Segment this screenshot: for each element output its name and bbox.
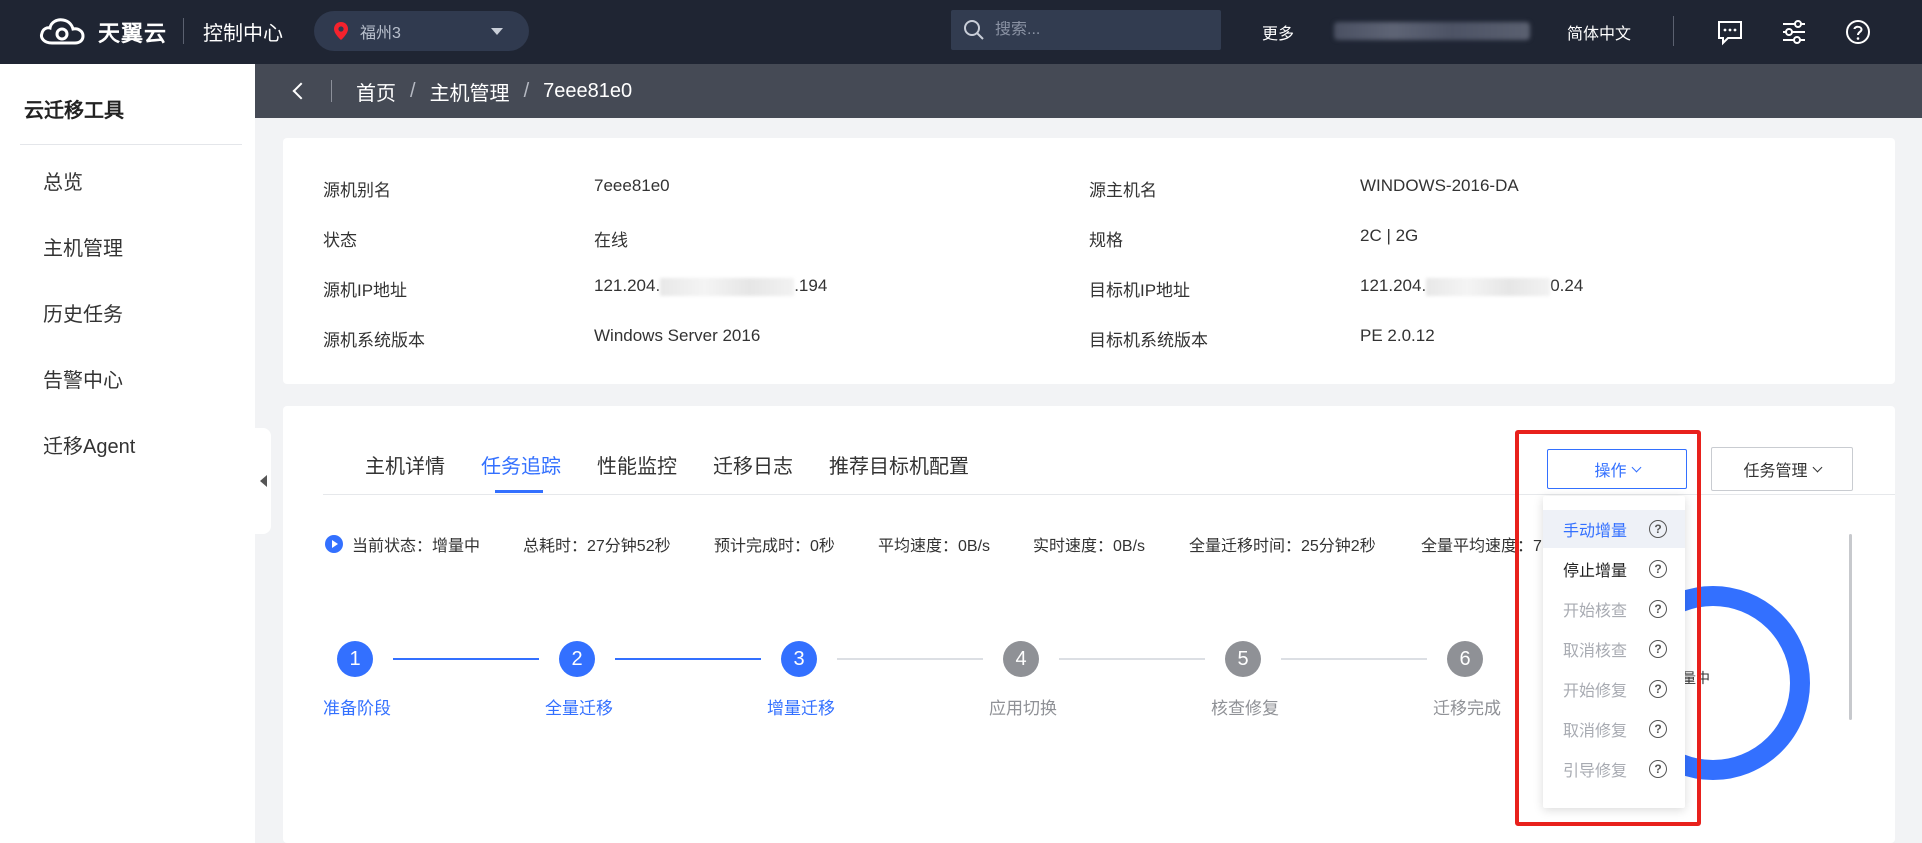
- chevron-down-icon: [1812, 462, 1822, 472]
- logo[interactable]: 天翼云: [38, 12, 167, 52]
- sidebar-divider: [20, 144, 242, 145]
- play-status-icon: [325, 535, 343, 553]
- tab-performance-monitor[interactable]: 性能监控: [597, 450, 677, 479]
- step-6-label: 迁移完成: [1433, 699, 1501, 718]
- sidebar-item-history-tasks[interactable]: 历史任务: [43, 298, 123, 327]
- info-value: WINDOWS-2016-DA: [1360, 176, 1519, 195]
- step-connector: [393, 658, 539, 660]
- sidebar-item-alarm-center[interactable]: 告警中心: [43, 364, 123, 393]
- redacted-block: [660, 277, 795, 296]
- step-1-label: 准备阶段: [323, 699, 391, 718]
- location-pin-icon: [334, 22, 348, 40]
- language-switch[interactable]: 简体中文: [1567, 20, 1631, 44]
- source-ip-value: 121.204. .194: [594, 276, 828, 296]
- info-value: 7eee81e0: [594, 176, 670, 195]
- breadcrumb-divider: [331, 80, 332, 102]
- step-connector: [1059, 658, 1205, 660]
- breadcrumb-host-management[interactable]: 主机管理: [430, 77, 510, 106]
- region-label: 福州3: [360, 25, 401, 42]
- sidebar-item-migration-agent[interactable]: 迁移Agent: [43, 430, 135, 459]
- info-label: 状态: [323, 231, 357, 250]
- top-bar: 天翼云 控制中心 福州3 更多 简体中文: [0, 0, 1922, 64]
- info-label: 源主机名: [1089, 181, 1157, 200]
- search-icon: [964, 20, 984, 40]
- step-2-circle: 2: [559, 641, 595, 677]
- info-label: 源机系统版本: [323, 331, 425, 350]
- info-label: 规格: [1089, 231, 1123, 250]
- info-value: 在线: [594, 231, 628, 250]
- header-divider: [183, 18, 184, 44]
- breadcrumb: 首页 / 主机管理 / 7eee81e0: [255, 64, 1922, 118]
- info-label: 目标机系统版本: [1089, 331, 1208, 350]
- tab-recommended-config[interactable]: 推荐目标机配置: [829, 450, 969, 479]
- step-4-label: 应用切换: [989, 699, 1057, 718]
- tab-migration-log[interactable]: 迁移日志: [713, 450, 793, 479]
- logo-text: 天翼云: [98, 21, 168, 46]
- current-status-text: 当前状态：增量中: [352, 538, 481, 555]
- host-info-card: 源机别名 7eee81e0 状态 在线 源机IP地址 121.204. .194 …: [283, 138, 1895, 384]
- step-2-label: 全量迁移: [545, 699, 613, 718]
- step-connector: [615, 658, 761, 660]
- eta: 预计完成时：0秒: [714, 538, 835, 555]
- info-value: Windows Server 2016: [594, 326, 761, 345]
- info-label: 源机别名: [323, 181, 391, 200]
- step-6-circle: 6: [1447, 641, 1483, 677]
- tab-task-tracking[interactable]: 任务追踪: [481, 450, 561, 479]
- active-tab-indicator: [495, 490, 543, 493]
- message-icon[interactable]: [1716, 18, 1744, 46]
- info-label: 源机IP地址: [323, 281, 408, 300]
- step-4-circle: 4: [1003, 641, 1039, 677]
- step-3-circle: 3: [781, 641, 817, 677]
- step-connector: [1281, 658, 1427, 660]
- breadcrumb-separator: /: [523, 79, 530, 102]
- scrollbar[interactable]: [1849, 534, 1852, 720]
- step-5-circle: 5: [1225, 641, 1261, 677]
- caret-down-icon: [491, 27, 503, 35]
- back-arrow-icon[interactable]: [292, 82, 310, 100]
- sidebar: 云迁移工具 总览 主机管理 历史任务 告警中心 迁移Agent: [0, 64, 255, 843]
- search-input[interactable]: [995, 21, 1205, 39]
- step-1-circle: 1: [337, 641, 373, 677]
- collapse-arrow-icon: [259, 475, 267, 487]
- sidebar-item-overview[interactable]: 总览: [43, 166, 83, 195]
- task-manage-button[interactable]: 任务管理: [1711, 447, 1853, 491]
- step-3-label: 增量迁移: [767, 699, 835, 718]
- annotation-highlight-box: [1515, 430, 1701, 826]
- console-title[interactable]: 控制中心: [203, 17, 283, 46]
- breadcrumb-home[interactable]: 首页: [356, 77, 396, 106]
- sidebar-collapse-toggle[interactable]: [255, 428, 271, 534]
- search-box[interactable]: [951, 10, 1221, 50]
- avg-speed: 平均速度：0B/s: [878, 538, 991, 555]
- info-label: 目标机IP地址: [1089, 281, 1191, 300]
- info-value: PE 2.0.12: [1360, 326, 1435, 345]
- step-5-label: 核查修复: [1211, 699, 1279, 718]
- settings-sliders-icon[interactable]: [1780, 18, 1808, 46]
- tab-host-details[interactable]: 主机详情: [365, 450, 445, 479]
- user-account-redacted[interactable]: [1334, 22, 1530, 40]
- sidebar-title: 云迁移工具: [24, 100, 124, 122]
- current-status: 当前状态：增量中: [325, 532, 480, 556]
- breadcrumb-separator: /: [410, 79, 416, 102]
- region-selector[interactable]: 福州3: [314, 11, 529, 51]
- target-ip-value: 121.204. 0.24: [1360, 276, 1584, 296]
- total-time: 总耗时：27分钟52秒: [523, 538, 671, 555]
- redacted-block: [1426, 277, 1551, 296]
- full-migration-time: 全量迁移时间：25分钟2秒: [1189, 538, 1376, 555]
- header-divider-2: [1673, 16, 1674, 46]
- help-icon[interactable]: [1844, 18, 1872, 46]
- step-connector: [837, 658, 983, 660]
- task-manage-label: 任务管理: [1743, 463, 1808, 480]
- more-menu[interactable]: 更多: [1262, 20, 1294, 44]
- breadcrumb-current: 7eee81e0: [543, 79, 633, 102]
- info-value: 2C | 2G: [1360, 226, 1419, 245]
- sidebar-item-host-management[interactable]: 主机管理: [43, 232, 123, 261]
- realtime-speed: 实时速度：0B/s: [1033, 538, 1146, 555]
- cloud-logo-icon: [40, 18, 85, 45]
